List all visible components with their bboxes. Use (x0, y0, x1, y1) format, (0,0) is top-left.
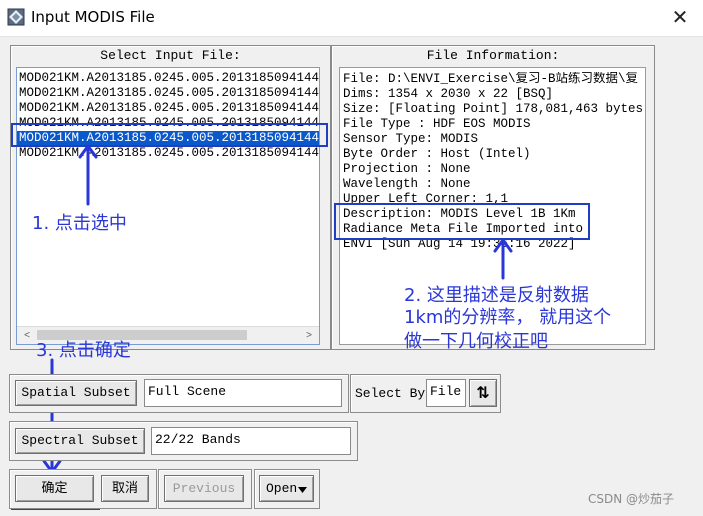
input-file-list[interactable]: MOD021KM.A2013185.0245.005.2013185094144… (16, 67, 320, 345)
close-window-button[interactable]: ✕ (660, 2, 700, 32)
select-by-label: Select By (355, 386, 426, 401)
file-list-item[interactable]: MOD021KM.A2013185.0245.005.2013185094144 (17, 71, 319, 86)
file-list-item[interactable]: MOD021KM.A2013185.0245.005.2013185094144 (17, 86, 319, 101)
scroll-left-icon[interactable]: < (19, 328, 35, 343)
info-wavelength: Wavelength : None (343, 177, 471, 191)
file-information-title: File Information: (426, 48, 560, 63)
open-button-label: Open (266, 481, 298, 496)
info-size: Size: [Floating Point] 178,081,463 bytes… (343, 102, 643, 116)
spectral-subset-value: 22/22 Bands (151, 427, 351, 455)
annotation-step2-line2: 1km的分辨率， 就用这个 (404, 307, 612, 328)
annotation-step3: 3. 点击确定 (36, 340, 131, 361)
annotation-step2-line3: 做一下几何校正吧 (404, 331, 548, 352)
sort-toggle-icon[interactable]: ⇅ (469, 379, 497, 407)
info-projection: Projection : None (343, 162, 471, 176)
open-dropdown-button[interactable]: Open (259, 475, 314, 502)
spectral-subset-button[interactable]: Spectral Subset (15, 428, 145, 454)
info-file-type: File Type : HDF EOS MODIS (343, 117, 531, 131)
previous-button[interactable]: Previous (164, 475, 244, 502)
cancel-button[interactable]: 取消 (101, 475, 149, 502)
window-title: Input MODIS File (31, 8, 155, 26)
watermark: CSDN @炒茄子 (588, 492, 675, 506)
description-highlight-box (334, 203, 590, 240)
spatial-subset-button[interactable]: Spatial Subset (15, 380, 137, 406)
title-bar: Input MODIS File ✕ (0, 0, 703, 37)
file-list-item[interactable]: MOD021KM.A2013185.0245.005.2013185094144 (17, 146, 319, 161)
selected-file-highlight-box (11, 123, 328, 147)
info-byte-order: Byte Order : Host (Intel) (343, 147, 531, 161)
dropdown-arrow-icon (298, 487, 307, 493)
select-by-value[interactable]: File (426, 379, 466, 407)
info-file-path: File: D:\ENVI_Exercise\复习-B站练习数据\复 (343, 72, 639, 86)
ok-button[interactable]: 确定 (15, 475, 94, 502)
file-list-item[interactable]: MOD021KM.A2013185.0245.005.2013185094144 (17, 101, 319, 116)
annotation-step1: 1. 点击选中 (32, 213, 127, 234)
select-input-file-panel: Select Input File: MOD021KM.A2013185.024… (10, 45, 331, 350)
info-sensor-type: Sensor Type: MODIS (343, 132, 479, 146)
select-input-file-title: Select Input File: (100, 48, 241, 63)
spatial-subset-value: Full Scene (144, 379, 342, 407)
scroll-right-icon[interactable]: > (301, 328, 317, 343)
info-dims: Dims: 1354 x 2030 x 22 [BSQ] (343, 87, 554, 101)
envi-app-icon (7, 8, 25, 26)
